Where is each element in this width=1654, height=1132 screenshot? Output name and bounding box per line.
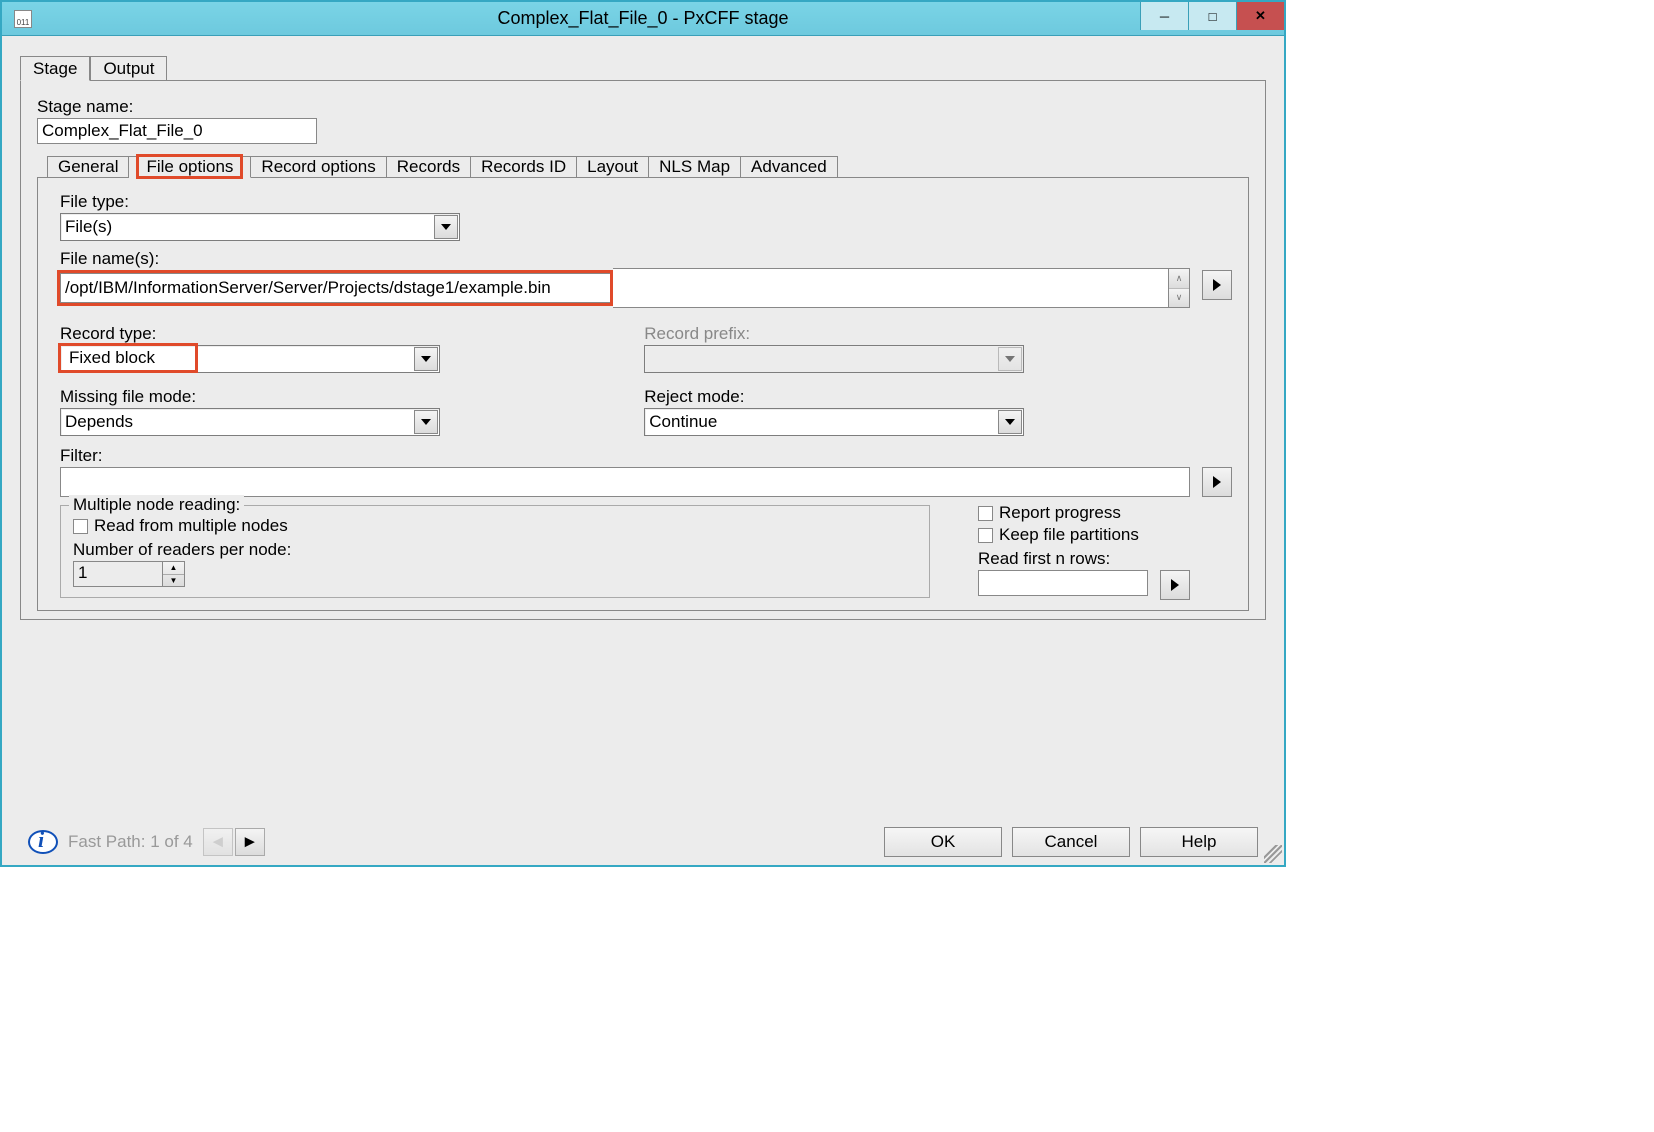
keep-file-partitions-check[interactable]: Keep file partitions bbox=[978, 525, 1190, 545]
read-first-n-label: Read first n rows: bbox=[978, 549, 1190, 569]
filter-label: Filter: bbox=[60, 446, 1232, 466]
outer-tabs: Stage Output bbox=[20, 56, 1266, 80]
tab-records-id[interactable]: Records ID bbox=[471, 156, 577, 177]
tab-layout[interactable]: Layout bbox=[577, 156, 649, 177]
multiple-node-group: Multiple node reading: Read from multipl… bbox=[60, 505, 930, 598]
fast-path-prev: ◄ bbox=[203, 828, 233, 856]
window-title: Complex_Flat_File_0 - PxCFF stage bbox=[497, 8, 788, 29]
missing-file-dropdown-icon[interactable] bbox=[414, 410, 438, 434]
record-type-highlight: Fixed block bbox=[58, 343, 198, 373]
record-type-label: Record type: bbox=[60, 324, 634, 344]
content-area: Stage Output Stage name: General File op… bbox=[2, 36, 1284, 865]
file-type-label: File type: bbox=[60, 192, 1232, 212]
window-controls: ─ □ ✕ bbox=[1140, 2, 1284, 30]
fast-path-label: Fast Path: 1 of 4 bbox=[68, 832, 193, 852]
record-prefix-combo bbox=[644, 345, 1024, 373]
maximize-button[interactable]: □ bbox=[1188, 2, 1236, 30]
scroll-up-icon[interactable]: ∧ bbox=[1169, 269, 1189, 288]
reject-mode-combo[interactable]: Continue bbox=[644, 408, 1024, 436]
missing-file-label: Missing file mode: bbox=[60, 387, 634, 407]
record-type-dropdown-icon[interactable] bbox=[414, 347, 438, 371]
missing-file-value: Depends bbox=[61, 412, 413, 432]
tab-general[interactable]: General bbox=[47, 156, 129, 177]
close-button[interactable]: ✕ bbox=[1236, 2, 1284, 30]
dialog-window: 011 Complex_Flat_File_0 - PxCFF stage ─ … bbox=[0, 0, 1286, 867]
reject-mode-label: Reject mode: bbox=[644, 387, 1218, 407]
num-readers-value[interactable]: 1 bbox=[73, 561, 163, 587]
missing-file-col: Missing file mode: Depends bbox=[60, 383, 634, 436]
app-icon: 011 bbox=[14, 10, 32, 28]
filter-input[interactable] bbox=[60, 467, 1190, 497]
num-readers-buttons: ▲ ▼ bbox=[163, 561, 185, 587]
file-name-input-ext[interactable] bbox=[613, 268, 1168, 308]
ok-button[interactable]: OK bbox=[884, 827, 1002, 857]
record-prefix-dropdown-icon bbox=[998, 347, 1022, 371]
num-readers-spinner[interactable]: 1 ▲ ▼ bbox=[73, 561, 917, 587]
reject-mode-col: Reject mode: Continue bbox=[644, 383, 1218, 436]
resize-grip-icon[interactable] bbox=[1264, 845, 1282, 863]
scroll-down-icon[interactable]: ∨ bbox=[1169, 288, 1189, 308]
stage-panel: Stage name: General File options Record … bbox=[20, 80, 1266, 620]
dialog-footer: Fast Path: 1 of 4 ◄ ► OK Cancel Help bbox=[20, 811, 1266, 857]
checkbox-icon[interactable] bbox=[73, 519, 88, 534]
dialog-buttons: OK Cancel Help bbox=[884, 827, 1258, 857]
missing-file-combo[interactable]: Depends bbox=[60, 408, 440, 436]
read-multiple-nodes-check[interactable]: Read from multiple nodes bbox=[73, 516, 917, 536]
file-name-highlight bbox=[57, 270, 613, 306]
tab-records[interactable]: Records bbox=[387, 156, 471, 177]
help-button[interactable]: Help bbox=[1140, 827, 1258, 857]
arrow-left-icon: ◄ bbox=[209, 832, 226, 852]
info-icon[interactable] bbox=[28, 830, 58, 854]
record-type-value: Fixed block bbox=[65, 348, 155, 367]
filter-browse-button[interactable] bbox=[1202, 467, 1232, 497]
stage-name-input[interactable] bbox=[37, 118, 317, 144]
file-type-combo[interactable]: File(s) bbox=[60, 213, 460, 241]
tab-advanced[interactable]: Advanced bbox=[741, 156, 838, 177]
file-names-row: ∧ ∨ bbox=[60, 270, 1232, 308]
filter-row bbox=[60, 467, 1232, 497]
file-names-label: File name(s): bbox=[60, 249, 1232, 269]
cancel-button[interactable]: Cancel bbox=[1012, 827, 1130, 857]
file-name-input[interactable] bbox=[60, 273, 610, 303]
report-progress-check[interactable]: Report progress bbox=[978, 503, 1190, 523]
num-readers-label: Number of readers per node: bbox=[73, 540, 917, 560]
read-first-n-input[interactable] bbox=[978, 570, 1148, 596]
reject-mode-value: Continue bbox=[645, 412, 997, 432]
file-type-value: File(s) bbox=[61, 217, 433, 237]
checkbox-icon[interactable] bbox=[978, 506, 993, 521]
record-prefix-col: Record prefix: bbox=[644, 320, 1218, 373]
read-first-n-browse-button[interactable] bbox=[1160, 570, 1190, 600]
spin-down-icon[interactable]: ▼ bbox=[163, 575, 184, 587]
file-names-browse-button[interactable] bbox=[1202, 270, 1232, 300]
stage-name-label: Stage name: bbox=[37, 97, 1249, 117]
spin-up-icon[interactable]: ▲ bbox=[163, 562, 184, 575]
record-type-combo[interactable]: Fixed block bbox=[60, 345, 440, 373]
tab-file-options-highlight: File options bbox=[136, 154, 243, 179]
tab-output[interactable]: Output bbox=[90, 56, 167, 80]
file-options-panel: File type: File(s) File name(s): ∧ ∨ bbox=[37, 177, 1249, 611]
tab-record-options[interactable]: Record options bbox=[251, 156, 386, 177]
titlebar: 011 Complex_Flat_File_0 - PxCFF stage ─ … bbox=[2, 2, 1284, 36]
reject-mode-dropdown-icon[interactable] bbox=[998, 410, 1022, 434]
keep-file-partitions-label: Keep file partitions bbox=[999, 525, 1139, 545]
file-names-scroll: ∧ ∨ bbox=[1168, 268, 1190, 308]
tab-stage[interactable]: Stage bbox=[20, 56, 90, 81]
multiple-node-group-title: Multiple node reading: bbox=[69, 495, 244, 515]
read-multiple-nodes-label: Read from multiple nodes bbox=[94, 516, 288, 536]
right-options: Report progress Keep file partitions Rea… bbox=[978, 497, 1190, 600]
minimize-button[interactable]: ─ bbox=[1140, 2, 1188, 30]
tab-nls-map[interactable]: NLS Map bbox=[649, 156, 741, 177]
report-progress-label: Report progress bbox=[999, 503, 1121, 523]
arrow-right-icon: ► bbox=[241, 832, 258, 852]
fast-path-next[interactable]: ► bbox=[235, 828, 265, 856]
record-type-col: Record type: Fixed block bbox=[60, 320, 634, 373]
inner-tabs: General File options Record options Reco… bbox=[47, 156, 1249, 177]
record-prefix-label: Record prefix: bbox=[644, 324, 1218, 344]
tab-file-options[interactable]: File options bbox=[129, 156, 251, 178]
file-type-dropdown-icon[interactable] bbox=[434, 215, 458, 239]
checkbox-icon[interactable] bbox=[978, 528, 993, 543]
